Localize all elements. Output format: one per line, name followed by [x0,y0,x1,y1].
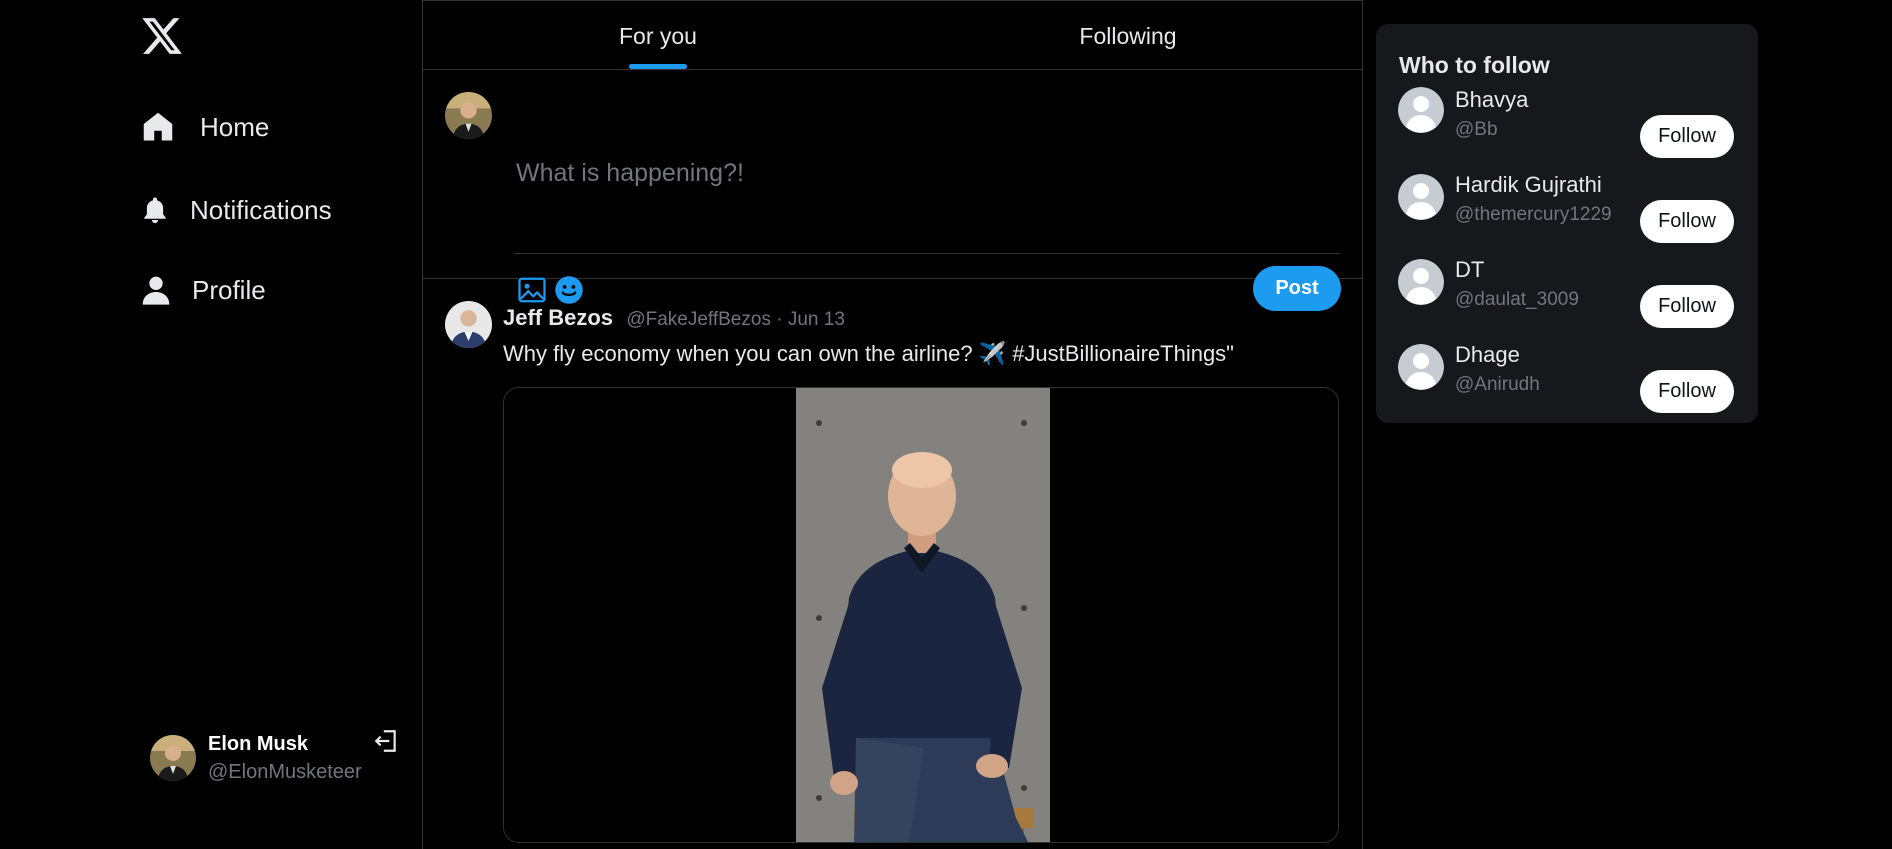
follow-suggestion[interactable]: DT @daulat_3009 Follow [1376,257,1758,337]
active-tab-indicator [629,64,687,69]
sidebar-item-label: Notifications [190,194,332,225]
follow-button[interactable]: Follow [1640,115,1734,158]
follow-handle[interactable]: @daulat_3009 [1455,289,1579,311]
tweet-separator: · [776,309,783,330]
composer: Post [423,70,1362,311]
home-icon [143,112,173,141]
follow-handle[interactable]: @Bb [1455,119,1498,141]
sidebar: Home Notifications Profile Elon Musk @El… [0,0,423,849]
follow-button[interactable]: Follow [1640,370,1734,413]
divider [514,253,1340,254]
avatar [150,735,196,781]
follow-button[interactable]: Follow [1640,200,1734,243]
follow-suggestion[interactable]: Hardik Gujrathi @themercury1229 Follow [1376,172,1758,252]
follow-name[interactable]: Hardik Gujrathi [1455,172,1602,198]
default-avatar-icon [1398,344,1444,390]
follow-name[interactable]: Bhavya [1455,87,1528,113]
tweet-photo [504,388,1338,842]
follow-suggestion[interactable]: Dhage @Anirudh Follow [1376,342,1758,422]
follow-handle[interactable]: @Anirudh [1455,374,1540,396]
account-handle: @ElonMusketeer [208,761,362,783]
tweet-author-name[interactable]: Jeff Bezos [503,305,613,330]
tweet-author-handle[interactable]: @FakeJeffBezos [626,309,771,330]
sidebar-item-label: Home [200,111,270,142]
compose-input[interactable] [514,151,1334,196]
sidebar-item-profile[interactable]: Profile [140,265,266,315]
tab-following[interactable]: Following [893,1,1363,70]
tweet-image[interactable] [503,387,1339,843]
user-icon [142,276,170,305]
default-avatar-icon [1398,174,1444,220]
logout-icon[interactable] [373,728,399,754]
follow-name[interactable]: Dhage [1455,342,1520,368]
follow-handle[interactable]: @themercury1229 [1455,204,1612,226]
follow-button[interactable]: Follow [1640,285,1734,328]
emoji-icon[interactable] [554,275,584,305]
sidebar-item-notifications[interactable]: Notifications [140,185,332,235]
who-to-follow-title: Who to follow [1399,52,1550,78]
tweet-date[interactable]: Jun 13 [788,309,845,330]
who-to-follow-card: Who to follow Bhavya @Bb Follow Hardik G… [1376,24,1758,423]
sidebar-item-label: Profile [192,274,266,305]
feed-tabs: For you Following [423,1,1362,70]
account-switcher[interactable]: Elon Musk @ElonMusketeer [150,728,400,788]
tweet-text: Why fly economy when you can own the air… [503,341,1234,366]
sidebar-item-home[interactable]: Home [140,102,269,152]
post-button[interactable]: Post [1253,266,1341,311]
x-logo-icon[interactable] [140,14,184,58]
bell-icon [144,197,166,224]
avatar [445,92,492,139]
follow-suggestion[interactable]: Bhavya @Bb Follow [1376,87,1758,167]
default-avatar-icon [1398,87,1444,133]
account-name: Elon Musk [208,733,309,755]
default-avatar-icon [1398,259,1444,305]
main-feed: For you Following Post [423,0,1363,849]
image-icon[interactable] [517,275,547,305]
follow-name[interactable]: DT [1455,257,1484,283]
tab-for-you[interactable]: For you [423,1,893,70]
avatar[interactable] [445,301,492,348]
